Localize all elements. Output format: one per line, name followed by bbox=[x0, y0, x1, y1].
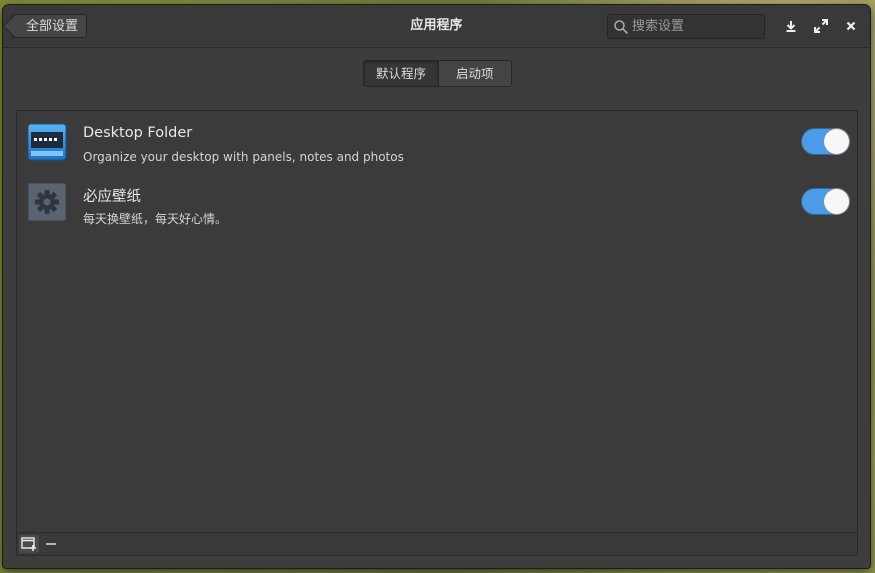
back-button-label: 全部设置 bbox=[26, 19, 79, 34]
desktop-folder-icon bbox=[27, 123, 67, 161]
tab-default-apps[interactable]: 默认程序 bbox=[364, 61, 439, 86]
add-window-icon bbox=[21, 537, 36, 551]
minus-icon bbox=[46, 543, 56, 545]
toggle-knob bbox=[824, 189, 849, 214]
toggle-knob bbox=[824, 129, 849, 154]
remove-startup-app-button[interactable] bbox=[43, 535, 59, 553]
search-input[interactable] bbox=[632, 15, 760, 38]
download-icon[interactable] bbox=[783, 18, 799, 34]
search-icon bbox=[614, 20, 628, 34]
app-name: Desktop Folder bbox=[83, 125, 193, 141]
header-bar: 全部设置 应用程序 bbox=[3, 5, 870, 48]
app-description: 每天换壁纸，每天好心情。 bbox=[83, 212, 228, 226]
startup-app-list: Desktop Folder Organize your desktop wit… bbox=[16, 110, 858, 556]
view-switcher: 默认程序 启动项 bbox=[363, 60, 512, 87]
startup-toggle[interactable] bbox=[801, 188, 850, 215]
list-item[interactable]: Desktop Folder Organize your desktop wit… bbox=[17, 116, 857, 174]
close-icon[interactable] bbox=[843, 18, 859, 34]
maximize-icon[interactable] bbox=[813, 18, 829, 34]
app-description: Organize your desktop with panels, notes… bbox=[83, 150, 404, 164]
app-name: 必应壁纸 bbox=[83, 189, 141, 205]
search-box[interactable] bbox=[607, 14, 765, 39]
list-item[interactable]: 必应壁纸 每天换壁纸，每天好心情。 bbox=[17, 176, 857, 234]
add-startup-app-button[interactable] bbox=[19, 535, 39, 553]
tab-startup[interactable]: 启动项 bbox=[438, 61, 511, 86]
settings-window: 全部设置 应用程序 默认程序 启动项 bbox=[3, 5, 870, 568]
startup-toggle[interactable] bbox=[801, 128, 850, 155]
list-action-bar bbox=[17, 532, 857, 555]
back-button[interactable]: 全部设置 bbox=[11, 14, 88, 38]
gear-icon bbox=[27, 182, 67, 222]
